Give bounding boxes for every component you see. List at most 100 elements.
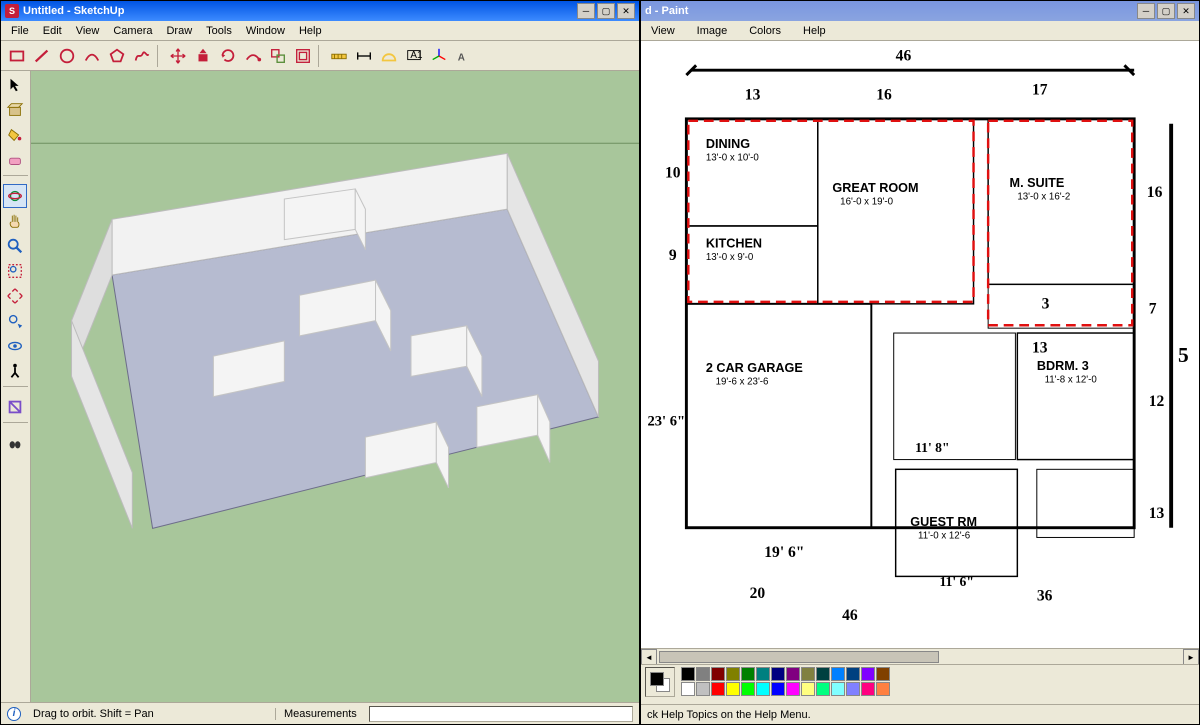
- palette-swatch[interactable]: [876, 667, 890, 681]
- rectangle-icon[interactable]: [5, 44, 29, 68]
- scroll-left-icon[interactable]: ◄: [641, 649, 657, 664]
- eraser-icon[interactable]: [3, 148, 27, 172]
- sketchup-top-toolbar: A1 A: [1, 41, 639, 71]
- menu-help[interactable]: Help: [293, 23, 328, 39]
- scale-icon[interactable]: [266, 44, 290, 68]
- section-icon[interactable]: [3, 395, 27, 419]
- paint-maximize-button[interactable]: ▢: [1157, 3, 1175, 19]
- palette-swatch[interactable]: [786, 682, 800, 696]
- paint-close-button[interactable]: ✕: [1177, 3, 1195, 19]
- paint-canvas[interactable]: DINING 13'-0 x 10'-0 GREAT ROOM 16'-0 x …: [641, 41, 1199, 664]
- move-icon[interactable]: [166, 44, 190, 68]
- tape-icon[interactable]: [327, 44, 351, 68]
- paint-bucket-icon[interactable]: [3, 123, 27, 147]
- palette-swatch[interactable]: [696, 682, 710, 696]
- svg-text:2 CAR GARAGE: 2 CAR GARAGE: [706, 361, 803, 375]
- arc-icon[interactable]: [80, 44, 104, 68]
- palette-swatch[interactable]: [681, 682, 695, 696]
- palette-swatch[interactable]: [771, 682, 785, 696]
- sketchup-viewport[interactable]: [31, 71, 639, 702]
- menu-view[interactable]: View: [70, 23, 106, 39]
- close-button[interactable]: ✕: [617, 3, 635, 19]
- text-icon[interactable]: A1: [402, 44, 426, 68]
- lookaround-icon[interactable]: [3, 334, 27, 358]
- paint-statusbar: ck Help Topics on the Help Menu.: [641, 704, 1199, 724]
- paint-title: d - Paint: [645, 5, 1137, 17]
- scroll-right-icon[interactable]: ►: [1183, 649, 1199, 664]
- palette-swatch[interactable]: [801, 682, 815, 696]
- svg-text:10: 10: [665, 164, 681, 181]
- palette-swatch[interactable]: [771, 667, 785, 681]
- help-icon[interactable]: i: [7, 707, 21, 721]
- circle-icon[interactable]: [55, 44, 79, 68]
- menu-camera[interactable]: Camera: [107, 23, 158, 39]
- maximize-button[interactable]: ▢: [597, 3, 615, 19]
- offset-icon[interactable]: [291, 44, 315, 68]
- palette-swatch[interactable]: [876, 682, 890, 696]
- foreground-color[interactable]: [650, 672, 664, 686]
- axes-icon[interactable]: [427, 44, 451, 68]
- palette-swatch[interactable]: [831, 667, 845, 681]
- minimize-button[interactable]: ─: [577, 3, 595, 19]
- svg-text:13: 13: [745, 86, 761, 103]
- paint-menu-image[interactable]: Image: [691, 23, 734, 39]
- palette-swatch[interactable]: [711, 667, 725, 681]
- palette-swatch[interactable]: [756, 667, 770, 681]
- dimension-icon[interactable]: [352, 44, 376, 68]
- palette-swatch[interactable]: [816, 667, 830, 681]
- menu-draw[interactable]: Draw: [160, 23, 198, 39]
- previous-icon[interactable]: [3, 309, 27, 333]
- select-icon[interactable]: [3, 73, 27, 97]
- palette-swatch[interactable]: [726, 667, 740, 681]
- position-camera-icon[interactable]: [3, 431, 27, 455]
- sketchup-titlebar[interactable]: S Untitled - SketchUp ─ ▢ ✕: [1, 1, 639, 21]
- zoom-icon[interactable]: [3, 234, 27, 258]
- line-icon[interactable]: [30, 44, 54, 68]
- svg-text:46: 46: [896, 47, 912, 64]
- pushpull-icon[interactable]: [191, 44, 215, 68]
- freehand-icon[interactable]: [130, 44, 154, 68]
- color-palette: [681, 667, 890, 696]
- palette-swatch[interactable]: [786, 667, 800, 681]
- palette-swatch[interactable]: [681, 667, 695, 681]
- walk-icon[interactable]: [3, 359, 27, 383]
- component-icon[interactable]: [3, 98, 27, 122]
- menu-file[interactable]: File: [5, 23, 35, 39]
- paint-menu-colors[interactable]: Colors: [743, 23, 787, 39]
- palette-swatch[interactable]: [726, 682, 740, 696]
- palette-swatch[interactable]: [831, 682, 845, 696]
- palette-swatch[interactable]: [816, 682, 830, 696]
- current-colors[interactable]: [645, 667, 675, 697]
- palette-swatch[interactable]: [741, 682, 755, 696]
- palette-swatch[interactable]: [696, 667, 710, 681]
- paint-menu-view[interactable]: View: [645, 23, 681, 39]
- palette-swatch[interactable]: [741, 667, 755, 681]
- paint-titlebar[interactable]: d - Paint ─ ▢ ✕: [641, 1, 1199, 21]
- palette-swatch[interactable]: [861, 667, 875, 681]
- orbit-icon[interactable]: [3, 184, 27, 208]
- palette-swatch[interactable]: [846, 682, 860, 696]
- palette-swatch[interactable]: [846, 667, 860, 681]
- svg-text:13: 13: [1149, 505, 1165, 522]
- 3dtext-icon[interactable]: A: [452, 44, 476, 68]
- paint-menu-help[interactable]: Help: [797, 23, 832, 39]
- polygon-icon[interactable]: [105, 44, 129, 68]
- palette-swatch[interactable]: [861, 682, 875, 696]
- scroll-thumb[interactable]: [659, 651, 939, 663]
- protractor-icon[interactable]: [377, 44, 401, 68]
- measurements-input[interactable]: [369, 706, 633, 722]
- followme-icon[interactable]: [241, 44, 265, 68]
- paint-horizontal-scrollbar[interactable]: ◄ ►: [641, 648, 1199, 664]
- palette-swatch[interactable]: [801, 667, 815, 681]
- palette-swatch[interactable]: [756, 682, 770, 696]
- paint-minimize-button[interactable]: ─: [1137, 3, 1155, 19]
- svg-text:13'-0 x 16'-2: 13'-0 x 16'-2: [1017, 192, 1070, 203]
- menu-window[interactable]: Window: [240, 23, 291, 39]
- zoom-extents-icon[interactable]: [3, 284, 27, 308]
- rotate-icon[interactable]: [216, 44, 240, 68]
- pan-icon[interactable]: [3, 209, 27, 233]
- menu-edit[interactable]: Edit: [37, 23, 68, 39]
- menu-tools[interactable]: Tools: [200, 23, 238, 39]
- palette-swatch[interactable]: [711, 682, 725, 696]
- zoom-window-icon[interactable]: [3, 259, 27, 283]
